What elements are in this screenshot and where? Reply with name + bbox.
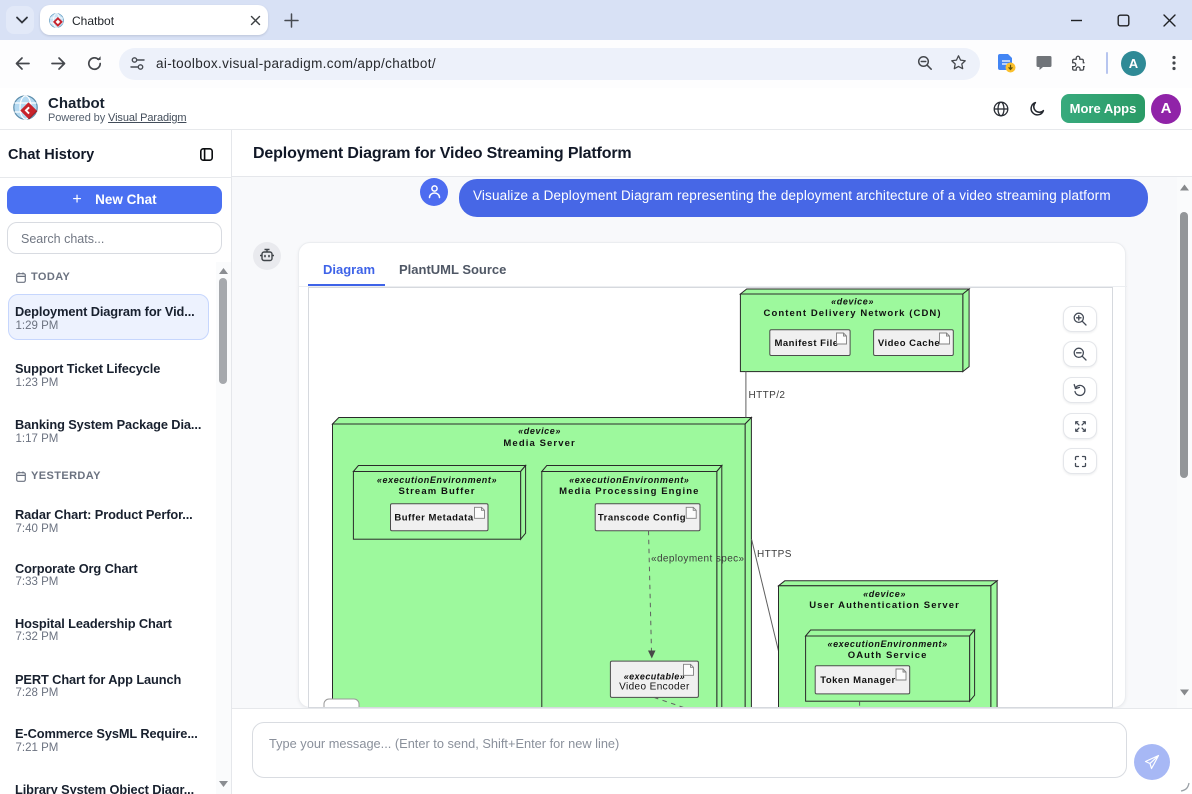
svg-text:User Authentication Server: User Authentication Server xyxy=(809,600,960,611)
svg-text:«executionEnvironment»: «executionEnvironment» xyxy=(827,639,947,649)
svg-text:Transcode Config: Transcode Config xyxy=(598,513,686,524)
svg-text:OAuth Service: OAuth Service xyxy=(848,650,928,661)
svg-text:Video Cache: Video Cache xyxy=(878,338,940,349)
svg-text:Content Delivery Network (CDN): Content Delivery Network (CDN) xyxy=(764,308,942,319)
svg-text:HTTPS: HTTPS xyxy=(757,549,792,560)
svg-text:«device»: «device» xyxy=(518,426,561,436)
svg-text:HTTP/2: HTTP/2 xyxy=(749,390,786,401)
svg-text:«device»: «device» xyxy=(831,297,874,307)
svg-text:Stream Buffer: Stream Buffer xyxy=(398,486,475,497)
svg-text:«device»: «device» xyxy=(863,589,906,599)
svg-text:«executionEnvironment»: «executionEnvironment» xyxy=(569,475,689,485)
svg-text:Media Processing Engine: Media Processing Engine xyxy=(559,486,699,497)
svg-text:«executable»: «executable» xyxy=(624,671,685,681)
svg-text:Buffer Metadata: Buffer Metadata xyxy=(394,513,474,524)
svg-text:Video Encoder: Video Encoder xyxy=(619,682,690,693)
svg-text:«deployment spec»: «deployment spec» xyxy=(651,554,745,565)
svg-text:Manifest File: Manifest File xyxy=(774,338,838,349)
svg-text:«executionEnvironment»: «executionEnvironment» xyxy=(377,475,497,485)
svg-text:Media Server: Media Server xyxy=(503,438,575,449)
svg-text:Token Manager: Token Manager xyxy=(820,675,895,686)
